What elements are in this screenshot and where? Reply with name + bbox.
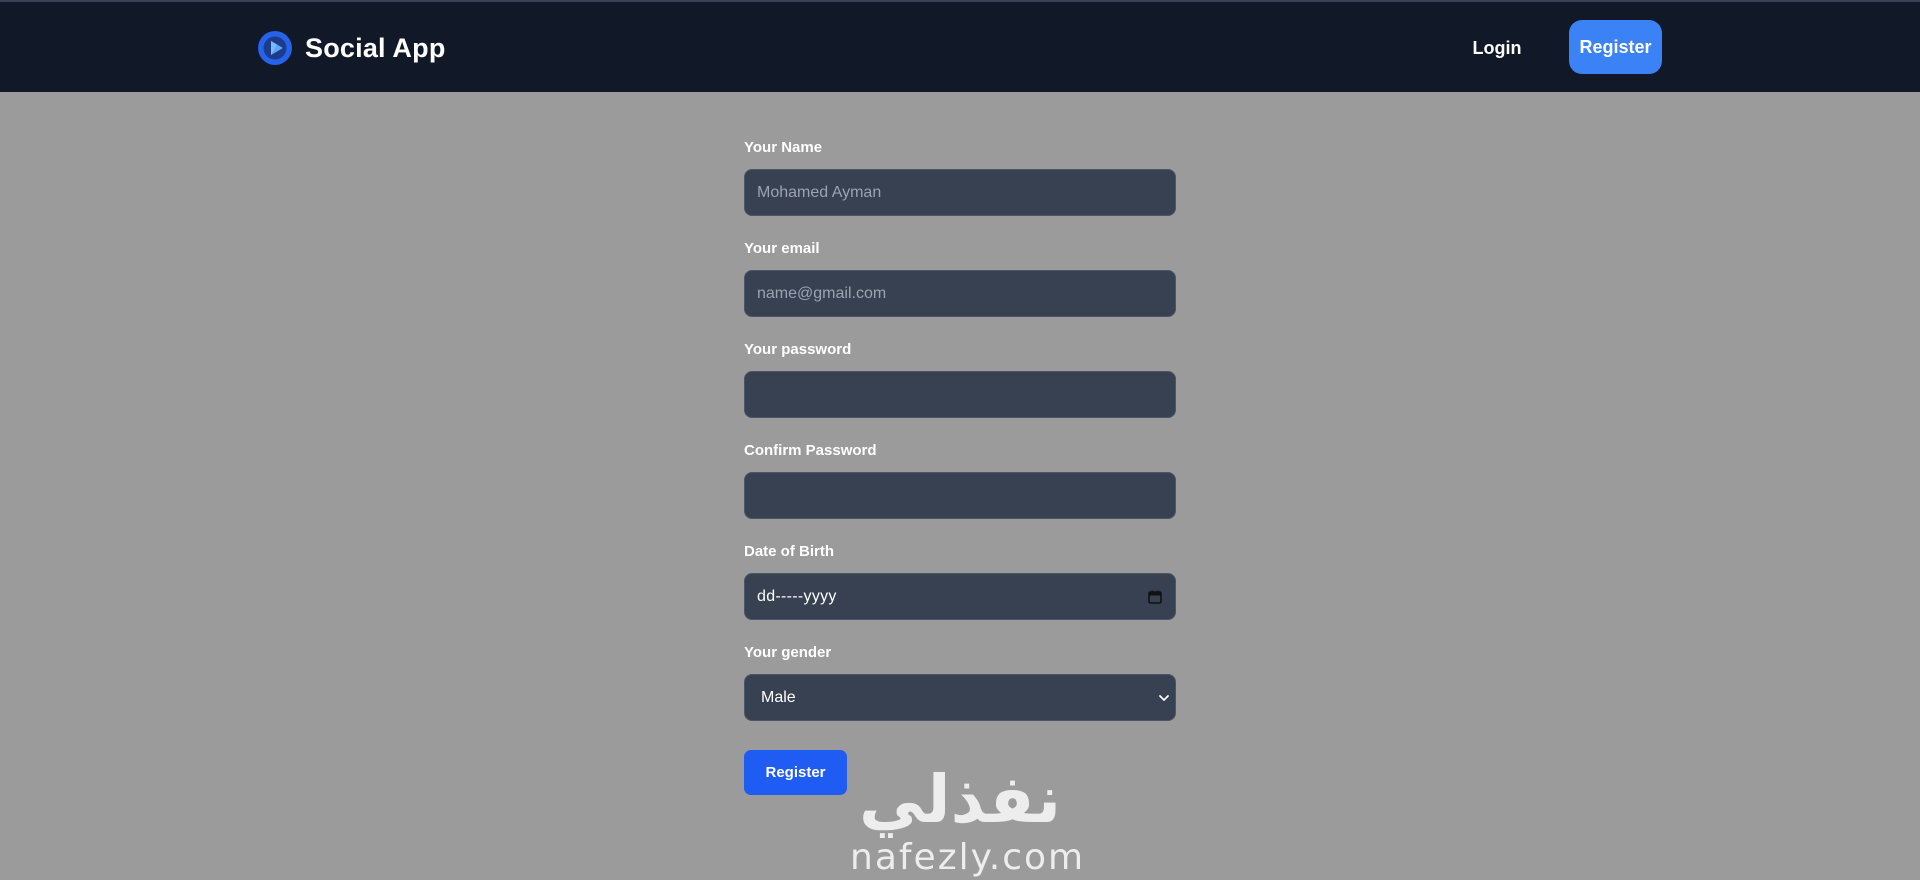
name-label: Your Name: [744, 139, 823, 156]
register-submit-button[interactable]: Register: [744, 750, 847, 795]
name-input-box: [744, 169, 1176, 216]
confirm-password-input-box: [744, 472, 1176, 519]
watermark-latin-text: nafezly.com: [850, 837, 1086, 878]
navbar: Social App Login Register: [0, 2, 1920, 92]
nafezly-watermark: نفذلي nafezly.com: [850, 761, 1086, 880]
nav-login-link[interactable]: Login: [1465, 32, 1529, 64]
password-input-box: [744, 371, 1176, 418]
dob-value: dd-----yyyy: [757, 587, 837, 605]
dob-label: Date of Birth: [744, 543, 834, 560]
email-input-box: [744, 270, 1176, 317]
email-field-group: Your email: [744, 239, 1176, 340]
gender-field-group: Your gender Male: [744, 643, 1176, 744]
confirm-password-input[interactable]: [745, 473, 1175, 518]
gender-selected-value: Male: [761, 688, 796, 706]
register-form: Your Name Your email Your password Confi…: [744, 138, 1176, 795]
gender-label: Your gender: [744, 644, 832, 661]
confirm-password-field-group: Confirm Password: [744, 441, 1176, 542]
dob-input[interactable]: dd-----yyyy: [744, 573, 1176, 620]
brand[interactable]: Social App: [257, 29, 446, 67]
password-label: Your password: [744, 341, 852, 358]
calendar-icon[interactable]: [1148, 590, 1162, 604]
name-field-group: Your Name: [744, 138, 1176, 239]
email-input[interactable]: [745, 271, 1175, 316]
dob-field-group: Date of Birth dd-----yyyy: [744, 542, 1176, 643]
gender-select[interactable]: Male: [744, 674, 1176, 721]
confirm-password-label: Confirm Password: [744, 442, 877, 459]
watermark-arabic-text: نفذلي: [859, 761, 1061, 838]
email-label: Your email: [744, 240, 820, 257]
password-input[interactable]: [745, 372, 1175, 417]
brand-name: Social App: [305, 32, 446, 63]
nav-register-button[interactable]: Register: [1569, 20, 1662, 74]
name-input[interactable]: [745, 170, 1175, 215]
play-circle-logo-icon: [258, 31, 292, 65]
chevron-down-icon: [1159, 695, 1169, 701]
password-field-group: Your password: [744, 340, 1176, 441]
